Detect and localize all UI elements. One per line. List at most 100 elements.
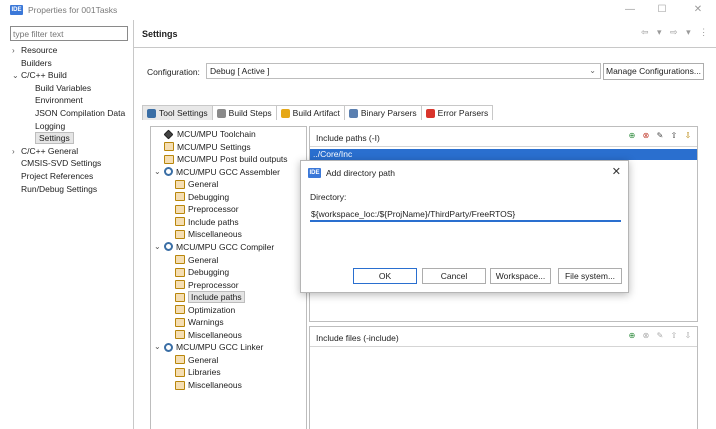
move-up-icon[interactable]: ⇧: [669, 331, 679, 341]
list-item[interactable]: ../Core/Inc: [310, 149, 697, 160]
dialog-title: Add directory path: [326, 168, 395, 178]
edit-icon[interactable]: ✎: [655, 131, 665, 141]
tool-tree-item[interactable]: Include paths: [175, 216, 239, 228]
settings-page-icon: [175, 280, 185, 290]
delete-icon[interactable]: ⊗: [641, 131, 651, 141]
move-up-icon[interactable]: ⇧: [669, 131, 679, 141]
tool-tree-item[interactable]: Miscellaneous: [175, 228, 242, 240]
chevron-right-icon[interactable]: ›: [12, 45, 21, 57]
add-icon[interactable]: ⊕: [627, 331, 637, 341]
tool-tree-item[interactable]: Optimization: [175, 304, 235, 316]
tool-tree-item[interactable]: MCU/MPU Settings: [154, 141, 251, 153]
tool-tree-item[interactable]: General: [175, 354, 218, 366]
include-files-header: Include files (-include) ⊕ ⊗ ✎ ⇧ ⇩: [310, 327, 697, 347]
settings-page-icon: [175, 229, 185, 239]
settings-tabs: Tool Settings Build Steps Build Artifact Bi…: [142, 105, 494, 120]
tool-tree-item[interactable]: ⌄ MCU/MPU GCC Assembler: [154, 166, 280, 178]
nav-item[interactable]: Run/Debug Settings: [12, 183, 97, 195]
tool-tree-label: MCU/MPU Post build outputs: [177, 154, 288, 165]
nav-item[interactable]: Builders: [12, 57, 52, 69]
nav-item-label: C/C++ Build: [21, 70, 67, 81]
tool-tree-item[interactable]: MCU/MPU Post build outputs: [154, 153, 288, 165]
page-title: Settings: [142, 29, 178, 39]
tool-tree-item[interactable]: General: [175, 178, 218, 190]
tool-tree-item[interactable]: Warnings: [175, 316, 224, 328]
tool-tree-item[interactable]: Libraries: [175, 366, 221, 378]
settings-page-icon: [164, 142, 174, 152]
gear-icon: [164, 342, 173, 352]
file-system-button[interactable]: File system...: [558, 268, 622, 284]
cancel-button[interactable]: Cancel: [422, 268, 486, 284]
history-nav-arrows[interactable]: ⇦ ▾ ⇨ ▾ ⋮: [641, 27, 711, 38]
tool-tree-item[interactable]: MCU/MPU Toolchain: [154, 128, 256, 140]
nav-item[interactable]: Logging: [35, 120, 65, 132]
nav-item[interactable]: ⌄ C/C++ Build: [12, 69, 67, 81]
tool-tree-item[interactable]: ⌄ MCU/MPU GCC Compiler: [154, 241, 274, 253]
nav-item[interactable]: Build Variables: [35, 82, 91, 94]
add-icon[interactable]: ⊕: [627, 131, 637, 141]
nav-item[interactable]: Environment: [35, 94, 83, 106]
tab-label: Build Artifact: [292, 108, 340, 118]
delete-icon[interactable]: ⊗: [641, 331, 651, 341]
maximize-button[interactable]: ☐: [652, 2, 672, 18]
configuration-select[interactable]: Debug [ Active ] ⌄: [206, 63, 601, 79]
tab-icon: [216, 108, 226, 118]
tool-tree-item[interactable]: Debugging: [175, 191, 229, 203]
chevron-down-icon[interactable]: ⌄: [154, 241, 164, 253]
gear-icon: [164, 242, 173, 252]
manage-configurations-button[interactable]: Manage Configurations...: [603, 63, 704, 80]
edit-icon[interactable]: ✎: [655, 331, 665, 341]
header-divider: [134, 47, 716, 48]
chevron-down-icon[interactable]: ⌄: [154, 341, 164, 353]
dialog-title-bar: IDE Add directory path: [308, 168, 395, 178]
tool-tree-label: Debugging: [188, 267, 230, 278]
settings-page-icon: [175, 267, 185, 277]
nav-item[interactable]: › C/C++ General: [12, 145, 78, 157]
tool-tree-label: MCU/MPU Toolchain: [177, 129, 256, 139]
sash-divider[interactable]: [133, 20, 134, 429]
tool-tree-label: MCU/MPU GCC Linker: [176, 342, 264, 353]
tab-error-parsers[interactable]: Error Parsers: [420, 105, 494, 120]
tool-tree-item[interactable]: Debugging: [175, 266, 229, 278]
directory-label: Directory:: [310, 192, 347, 202]
nav-item-label: CMSIS-SVD Settings: [21, 158, 102, 169]
minimize-button[interactable]: —: [620, 2, 640, 18]
tool-tree-item[interactable]: Miscellaneous: [175, 329, 242, 341]
nav-item[interactable]: JSON Compilation Data: [35, 107, 125, 119]
tool-tree-item[interactable]: ⌄ MCU/MPU GCC Linker: [154, 341, 263, 353]
nav-item[interactable]: Project References: [12, 170, 93, 182]
chevron-right-icon[interactable]: ›: [12, 146, 21, 158]
nav-item[interactable]: › Resource: [12, 44, 57, 56]
close-icon[interactable]: ✕: [612, 165, 621, 178]
tool-tree-item[interactable]: Preprocessor: [175, 203, 239, 215]
chevron-down-icon[interactable]: ⌄: [154, 166, 164, 178]
tab-tool-settings[interactable]: Tool Settings: [142, 105, 213, 120]
tool-tree-label: Debugging: [188, 191, 230, 202]
directory-field[interactable]: ${workspace_loc:/${ProjName}/ThirdParty/…: [310, 208, 621, 222]
tool-tree-item[interactable]: Preprocessor: [175, 279, 239, 291]
tab-label: Binary Parsers: [360, 108, 417, 118]
tool-tree-item[interactable]: Miscellaneous: [175, 379, 242, 391]
ok-button[interactable]: OK: [353, 268, 417, 284]
nav-item-label: Run/Debug Settings: [21, 183, 98, 194]
nav-item[interactable]: CMSIS-SVD Settings: [12, 157, 101, 169]
tab-build-artifact[interactable]: Build Artifact: [275, 105, 345, 120]
chevron-down-icon[interactable]: ⌄: [12, 70, 21, 82]
move-down-icon[interactable]: ⇩: [683, 131, 693, 141]
tool-tree-item[interactable]: General: [175, 254, 218, 266]
nav-item[interactable]: Settings: [35, 132, 74, 145]
tool-tree-item[interactable]: Include paths: [175, 291, 245, 304]
tool-tree-label: General: [188, 354, 219, 365]
tab-binary-parsers[interactable]: Binary Parsers: [343, 105, 422, 120]
tool-tree-label: Include paths: [188, 216, 239, 227]
settings-page-icon: [175, 217, 185, 227]
add-directory-dialog: IDE Add directory path ✕ Directory: ${wo…: [300, 160, 629, 293]
tab-label: Tool Settings: [159, 108, 208, 118]
close-window-button[interactable]: ✕: [688, 2, 708, 18]
tab-build-steps[interactable]: Build Steps: [211, 105, 277, 120]
tab-icon: [147, 108, 156, 118]
filter-input[interactable]: [10, 26, 128, 41]
toolchain-icon: [163, 129, 174, 139]
move-down-icon[interactable]: ⇩: [683, 331, 693, 341]
workspace-button[interactable]: Workspace...: [490, 268, 551, 284]
